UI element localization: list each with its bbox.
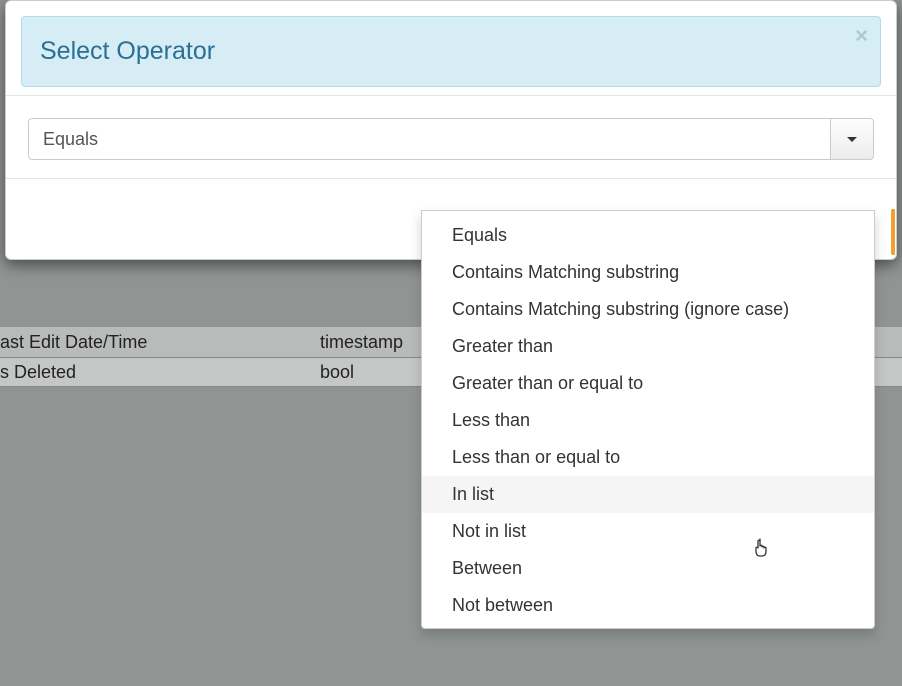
dropdown-toggle-button[interactable] <box>830 118 874 160</box>
dropdown-option[interactable]: Greater than or equal to <box>422 365 874 402</box>
modal-header: Select Operator × <box>6 1 896 87</box>
dropdown-option[interactable]: In list <box>422 476 874 513</box>
dropdown-option[interactable]: Not between <box>422 587 874 624</box>
dropdown-option[interactable]: Not in list <box>422 513 874 550</box>
dropdown-option[interactable]: Contains Matching substring <box>422 254 874 291</box>
caret-down-icon <box>847 137 857 142</box>
modal-title: Select Operator <box>40 37 215 65</box>
warning-accent <box>891 209 895 255</box>
modal-title-alert: Select Operator × <box>21 16 881 87</box>
dropdown-option[interactable]: Equals <box>422 217 874 254</box>
dropdown-option[interactable]: Less than or equal to <box>422 439 874 476</box>
close-icon[interactable]: × <box>855 25 868 47</box>
dropdown-option[interactable]: Between <box>422 550 874 587</box>
cell-field-name: ast Edit Date/Time <box>0 332 320 353</box>
modal-body <box>6 95 896 179</box>
operator-input[interactable] <box>28 118 830 160</box>
dropdown-option[interactable]: Greater than <box>422 328 874 365</box>
dropdown-option[interactable]: Less than <box>422 402 874 439</box>
dropdown-option[interactable]: Contains Matching substring (ignore case… <box>422 291 874 328</box>
operator-combobox[interactable] <box>28 118 874 160</box>
cell-field-name: s Deleted <box>0 362 320 383</box>
operator-dropdown-menu[interactable]: EqualsContains Matching substringContain… <box>421 210 875 629</box>
